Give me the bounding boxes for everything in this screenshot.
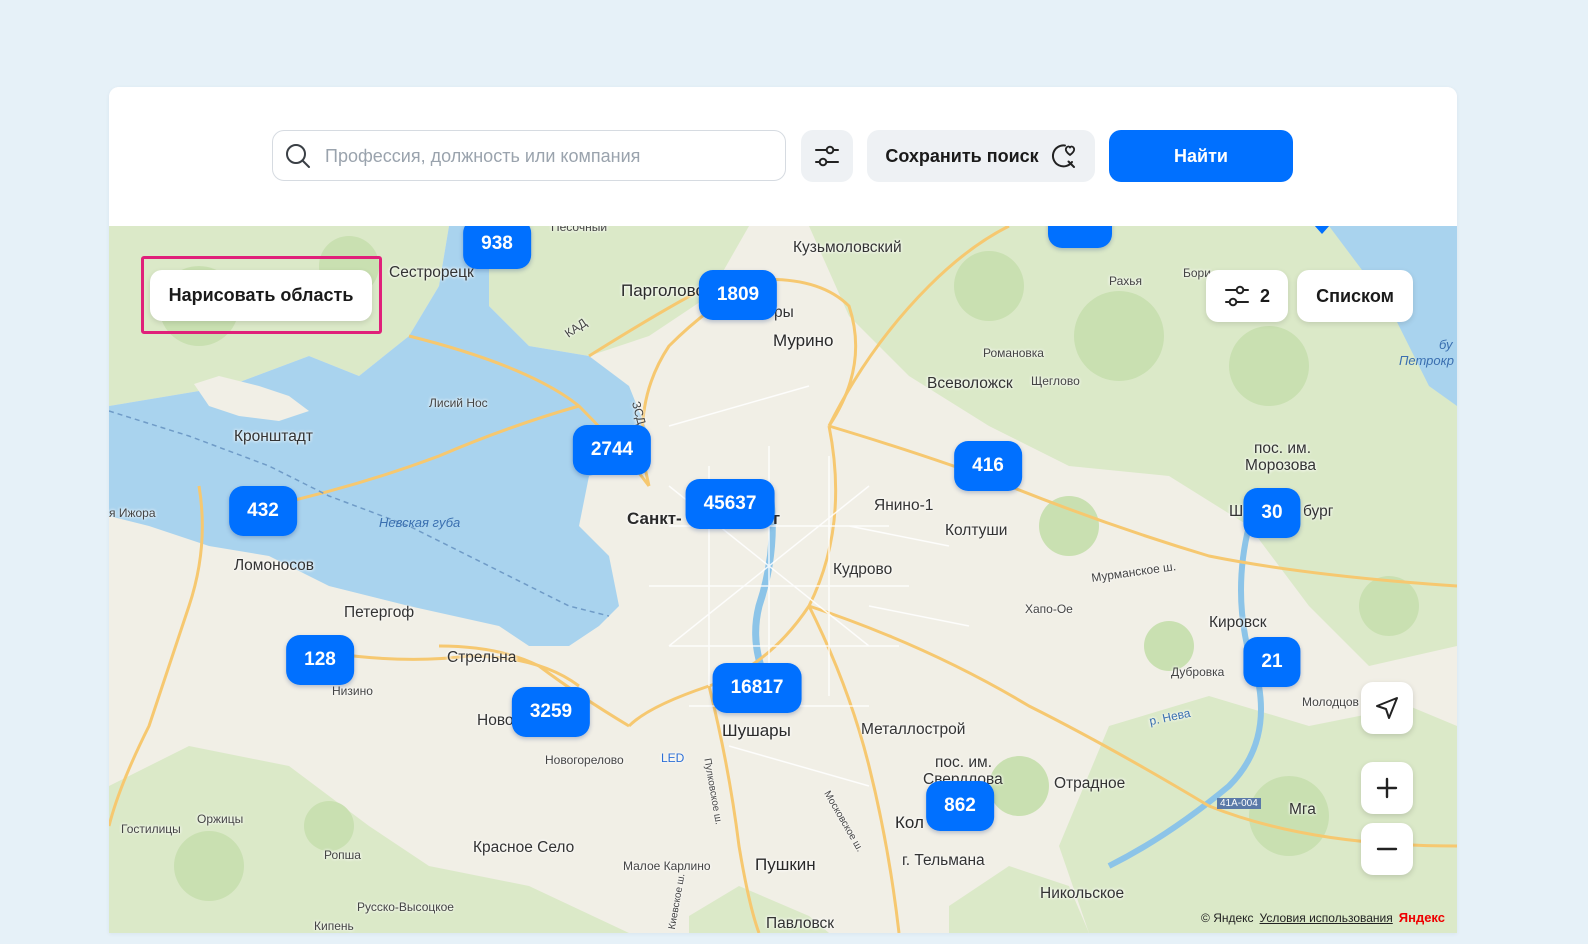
zoom-out-button[interactable] (1361, 823, 1413, 875)
map[interactable]: Сестрорецк Песочный Кузьмоловский Паргол… (109, 226, 1457, 933)
place-morozova2: Морозова (1245, 457, 1317, 474)
place-peterhof: Петергоф (344, 604, 415, 621)
place-ropsha: Ропша (324, 848, 361, 862)
draw-area-label: Нарисовать область (168, 285, 354, 305)
zoom-in-button[interactable] (1361, 762, 1413, 814)
place-led: LED (661, 751, 685, 765)
save-search-button[interactable]: Сохранить поиск (867, 130, 1095, 182)
filters-count: 2 (1259, 285, 1270, 306)
place-lisiy-nos: Лисий Нос (429, 396, 488, 410)
terms-link[interactable]: Условия использования (1260, 911, 1393, 925)
place-kipen: Кипень (314, 919, 354, 933)
place-krasnoe-selo: Красное Село (473, 839, 575, 856)
vacancy-cluster-partial[interactable] (1048, 226, 1112, 248)
map-filters-button[interactable]: 2 (1206, 270, 1288, 322)
place-kol: Кол (895, 813, 924, 832)
save-search-label: Сохранить поиск (885, 145, 1039, 166)
vacancy-cluster[interactable]: 862 (926, 781, 994, 831)
place-romanovka: Романовка (983, 346, 1044, 360)
place-sestroretsk: Сестрорецк (389, 264, 474, 281)
sliders-icon (815, 145, 839, 167)
place-shushary: Шушары (722, 721, 791, 740)
place-vsevolozhsk: Всеволожск (927, 375, 1013, 392)
place-izhora: я Ижора (109, 506, 156, 520)
vacancy-map-card: Сохранить поиск Найти (109, 87, 1457, 933)
map-pin-icon[interactable] (1304, 226, 1340, 242)
list-view-button[interactable]: Списком (1297, 270, 1413, 322)
place-molodtsovo: Молодцов (1302, 695, 1359, 709)
yandex-logo[interactable]: Яндекс (1399, 910, 1445, 925)
place-dubrovka: Дубровка (1171, 665, 1225, 679)
place-pushkin: Пушкин (755, 855, 816, 874)
place-otradnoe: Отрадное (1054, 775, 1126, 792)
vacancy-cluster[interactable]: 416 (954, 441, 1022, 491)
place-nikolskoe: Никольское (1040, 885, 1125, 902)
search-field[interactable] (272, 130, 786, 182)
place-pesochny: Песочный (551, 226, 608, 234)
place-ry: ры (774, 304, 794, 321)
place-nizino: Низино (332, 684, 373, 698)
copyright-text: © Яндекс (1201, 910, 1254, 925)
place-metallostroy: Металлострой (861, 721, 966, 738)
place-maloe-karlino: Малое Карлино (623, 859, 711, 873)
place-pavlovsk: Павловск (766, 915, 835, 932)
search-bar: Сохранить поиск Найти (109, 87, 1457, 226)
place-yanino: Янино-1 (874, 497, 934, 514)
place-sankt: Санкт- (627, 509, 682, 528)
place-shcheglovo: Щеглово (1031, 374, 1080, 388)
road-label-41a: 41А-004 (1217, 798, 1261, 809)
place-telmana: г. Тельмана (902, 852, 985, 869)
vacancy-cluster[interactable]: 432 (229, 486, 297, 536)
find-label: Найти (1174, 145, 1228, 166)
filters-button[interactable] (801, 130, 853, 182)
place-koltushi: Колтуши (945, 522, 1008, 539)
place-khapo-oe: Хапо-Ое (1025, 602, 1073, 616)
minus-icon (1376, 847, 1398, 851)
vacancy-cluster[interactable]: 45637 (685, 479, 775, 529)
plus-icon (1376, 777, 1398, 799)
geolocation-button[interactable] (1361, 682, 1413, 734)
place-russko: Русско-Высоцкое (357, 900, 454, 914)
place-kronshtadt: Кронштадт (234, 428, 313, 445)
place-novo: Ново (477, 712, 514, 729)
place-burg: бург (1303, 503, 1334, 520)
vacancy-cluster[interactable]: 2744 (572, 425, 652, 475)
list-view-label: Списком (1316, 285, 1394, 306)
place-pargolovo: Парголово (621, 281, 705, 300)
vacancy-cluster[interactable]: 1809 (698, 270, 778, 320)
place-sverdlova: пос. им. (935, 754, 992, 771)
place-nevskaya-guba: Невская губа (379, 515, 461, 530)
search-icon (286, 144, 310, 168)
place-lomonosov: Ломоносов (234, 557, 315, 574)
place-orzhitsy: Оржицы (197, 812, 244, 826)
vacancy-cluster[interactable]: 128 (286, 635, 354, 685)
place-petrokr: Петрокр (1399, 353, 1455, 368)
place-kuzmolovsky: Кузьмоловский (793, 239, 902, 256)
map-copyright: © Яндекс Условия использования Яндекс (1201, 910, 1445, 925)
vacancy-cluster[interactable]: 30 (1243, 488, 1301, 538)
place-murino: Мурино (773, 331, 834, 350)
place-kirovsk: Кировск (1209, 614, 1267, 631)
place-rakhya: Рахья (1109, 274, 1143, 288)
sliders-icon (1224, 285, 1249, 307)
place-shl: Ш (1229, 503, 1244, 520)
vacancy-cluster[interactable]: 21 (1243, 637, 1301, 687)
vacancy-cluster[interactable]: 938 (463, 226, 531, 269)
search-input[interactable] (323, 131, 777, 182)
vacancy-cluster[interactable]: 16817 (712, 663, 802, 713)
heart-search-icon (1051, 144, 1075, 168)
place-morozova: пос. им. (1254, 440, 1311, 457)
place-mga: Мга (1289, 801, 1316, 818)
vacancy-cluster[interactable]: 3259 (511, 687, 591, 737)
place-kudrovo: Кудрово (833, 561, 893, 578)
draw-area-button[interactable]: Нарисовать область (150, 270, 372, 321)
place-novogorelovo: Новогорелово (545, 753, 624, 767)
place-gostilitsy: Гостилицы (121, 822, 181, 836)
place-bu: бу (1439, 337, 1453, 352)
navigation-arrow-icon (1376, 697, 1398, 719)
place-strelna: Стрельна (447, 649, 517, 666)
find-button[interactable]: Найти (1109, 130, 1293, 182)
